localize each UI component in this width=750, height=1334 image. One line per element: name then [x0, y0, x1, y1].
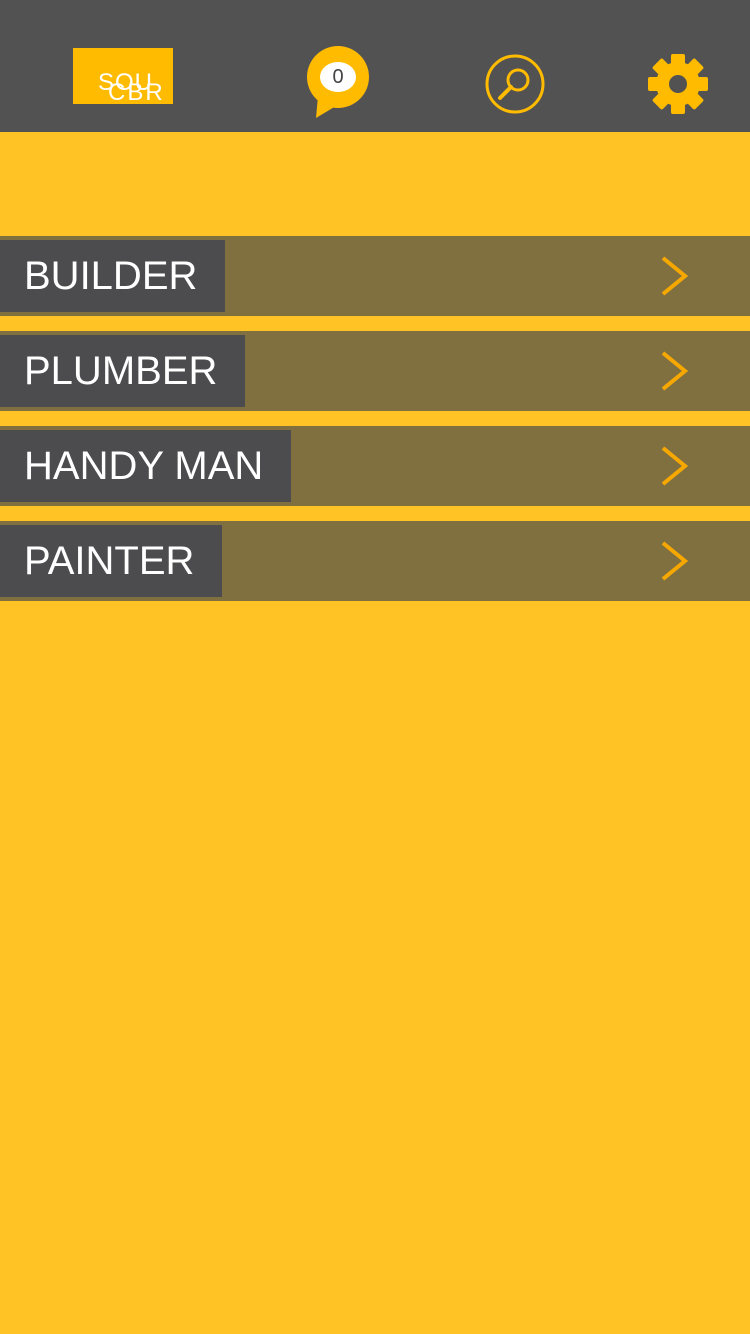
category-label: PAINTER [0, 525, 223, 597]
category-item-plumber[interactable]: PLUMBER [0, 331, 750, 411]
messages-button[interactable]: 0 [304, 46, 374, 120]
category-label: BUILDER [0, 240, 226, 312]
category-item-builder[interactable]: BUILDER [0, 236, 750, 316]
category-label: HANDY MAN [0, 430, 292, 502]
top-bar: SOU CBR 0 [0, 0, 750, 132]
chevron-right-icon [661, 446, 689, 486]
category-item-painter[interactable]: PAINTER [0, 521, 750, 601]
chevron-right-icon [661, 256, 689, 296]
category-list: BUILDER PLUMBER HANDY MAN PAINTER [0, 236, 750, 616]
message-count-badge: 0 [332, 66, 344, 88]
search-button[interactable] [484, 53, 546, 115]
category-label: PLUMBER [0, 335, 246, 407]
logo-text-bottom: CBR [108, 79, 165, 106]
search-icon [485, 54, 545, 114]
app-root: SOU CBR 0 BUILDER PLUMBER HANDY MAN PAIN… [0, 0, 750, 1334]
logo[interactable]: SOU CBR [73, 48, 173, 106]
gear-icon [648, 54, 708, 114]
chevron-right-icon [661, 351, 689, 391]
settings-button[interactable] [646, 52, 710, 116]
category-item-handy-man[interactable]: HANDY MAN [0, 426, 750, 506]
chevron-right-icon [661, 541, 689, 581]
